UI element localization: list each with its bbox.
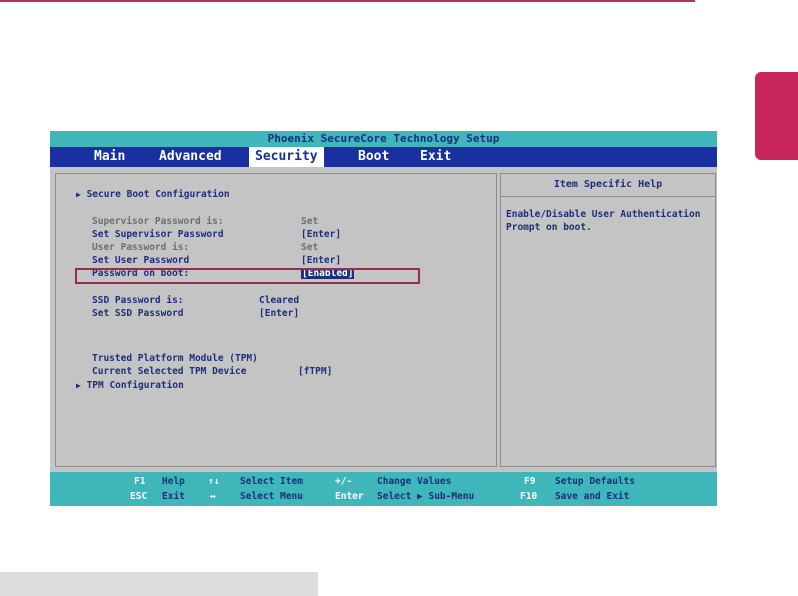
enter-key: Enter	[335, 491, 364, 502]
bios-setup-screen: Phoenix SecureCore Technology Setup Main…	[50, 131, 717, 506]
set-supervisor-password-value[interactable]: [Enter]	[301, 229, 341, 241]
esc-key: ESC	[130, 491, 148, 502]
supervisor-password-status-label: Supervisor Password is:	[92, 216, 224, 227]
tpm-config-label: TPM Configuration	[86, 380, 184, 391]
tab-advanced[interactable]: Advanced	[153, 147, 228, 167]
help-panel: Item Specific Help Enable/Disable User A…	[500, 173, 716, 467]
tpm-device-label[interactable]: Current Selected TPM Device	[92, 366, 246, 378]
tab-exit[interactable]: Exit	[414, 147, 457, 167]
help-panel-text: Enable/Disable User Authentication Promp…	[506, 209, 701, 233]
key-legend-bar: F1 Help ↑↓ Select Item +/- Change Values…	[50, 472, 717, 506]
bios-title: Phoenix SecureCore Technology Setup	[50, 131, 717, 147]
f10-key: F10	[520, 491, 538, 502]
set-supervisor-password-label[interactable]: Set Supervisor Password	[92, 229, 224, 241]
set-user-password-value[interactable]: [Enter]	[301, 255, 341, 267]
settings-panel: ▶ Secure Boot Configuration Supervisor P…	[55, 173, 497, 467]
plusminus-desc: Change Values	[377, 476, 452, 487]
tab-boot[interactable]: Boot	[352, 147, 395, 167]
help-panel-title: Item Specific Help	[501, 174, 715, 197]
updown-desc: Select Item	[240, 476, 303, 487]
user-password-status-value: Set	[301, 242, 319, 253]
tpm-section-label: Trusted Platform Module (TPM)	[92, 353, 258, 364]
set-ssd-password-label[interactable]: Set SSD Password	[92, 308, 184, 320]
section-tab-marker	[755, 72, 798, 160]
f1-key: F1	[134, 476, 146, 487]
secure-boot-config-item[interactable]: ▶ Secure Boot Configuration	[76, 189, 230, 201]
footer-bar	[0, 572, 318, 596]
set-ssd-password-value[interactable]: [Enter]	[259, 308, 299, 320]
tpm-config-item[interactable]: ▶ TPM Configuration	[76, 380, 184, 392]
enter-desc: Select ▶ Sub-Menu	[377, 491, 475, 502]
secure-boot-config-label: Secure Boot Configuration	[86, 189, 230, 200]
user-password-status-label: User Password is:	[92, 242, 190, 253]
tab-security[interactable]: Security	[249, 147, 324, 167]
ssd-password-status-label: SSD Password is:	[92, 295, 184, 306]
f10-desc: Save and Exit	[555, 491, 630, 502]
f9-desc: Setup Defaults	[555, 476, 636, 487]
bios-menubar: Main Advanced Security Boot Exit	[50, 147, 717, 167]
f1-desc: Help	[162, 476, 185, 487]
tpm-device-value[interactable]: [fTPM]	[298, 366, 332, 378]
tab-main[interactable]: Main	[88, 147, 131, 167]
ssd-password-status-value: Cleared	[259, 295, 300, 306]
set-user-password-label[interactable]: Set User Password	[92, 255, 189, 267]
submenu-arrow-icon: ▶	[76, 381, 81, 390]
updown-arrows-icon: ↑↓	[208, 476, 220, 487]
top-divider	[0, 0, 695, 2]
submenu-arrow-icon: ▶	[76, 190, 81, 199]
selection-highlight-box	[75, 268, 420, 284]
leftright-arrow-icon: ↔	[210, 491, 216, 502]
f9-key: F9	[524, 476, 536, 487]
supervisor-password-status-value: Set	[301, 216, 319, 227]
esc-desc: Exit	[162, 491, 185, 502]
leftright-desc: Select Menu	[240, 491, 303, 502]
plusminus-key: +/-	[335, 476, 353, 487]
